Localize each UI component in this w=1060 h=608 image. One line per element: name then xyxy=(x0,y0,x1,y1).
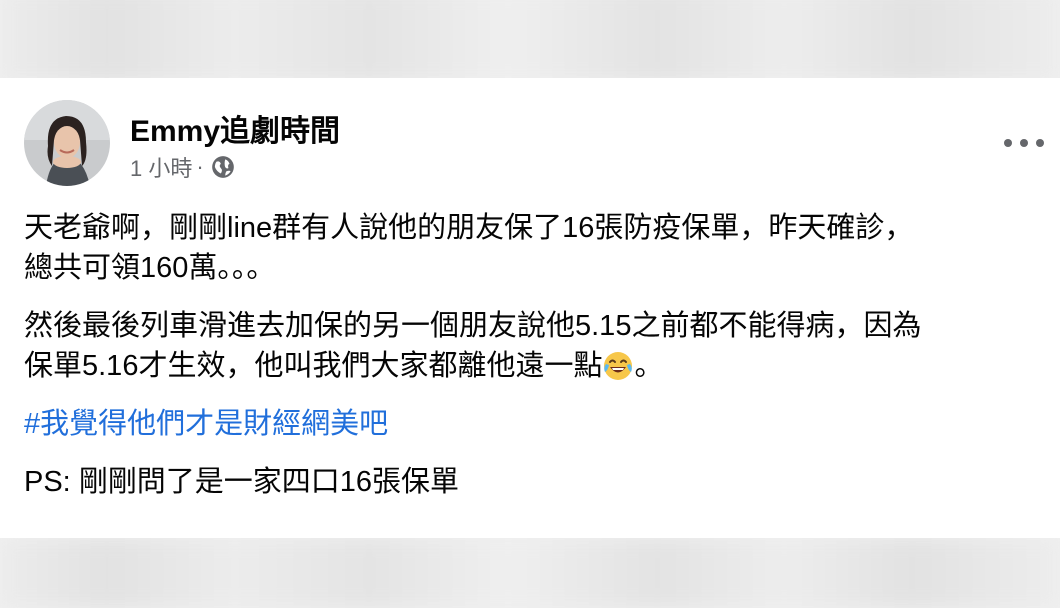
author-avatar[interactable] xyxy=(24,100,110,186)
meta-separator: · xyxy=(196,154,204,179)
author-name[interactable]: Emmy追劇時間 xyxy=(130,106,340,150)
paragraph-2-line-1: 然後最後列車滑進去加保的另一個朋友說他5.15之前都不能得病，因為 xyxy=(24,310,922,342)
paragraph-1: 天老爺啊，剛剛line群有人說他的朋友保了16張防疫保單，昨天確診， 總共可領1… xyxy=(24,208,1054,288)
paragraph-2-text: 保單5.16才生效，他叫我們大家都離他遠一點 xyxy=(24,350,603,382)
paragraph-1-line-2: 總共可領160萬。。。 xyxy=(24,252,276,284)
globe-icon[interactable] xyxy=(210,154,236,180)
paragraph-1-line-1: 天老爺啊，剛剛line群有人說他的朋友保了16張防疫保單，昨天確診， xyxy=(24,212,914,244)
ps-text: PS: 剛剛問了是一家四口16張保單 xyxy=(24,466,460,498)
post-card: Emmy追劇時間 1 小時 · 天老爺啊，剛剛line群有人說他的朋友保了16張… xyxy=(0,78,1060,538)
hashtag-link[interactable]: #我覺得他們才是財經網美吧 xyxy=(24,408,388,440)
blurred-background-top xyxy=(0,0,1060,82)
paragraph-2-line-2: 保單5.16才生效，他叫我們大家都離他遠一點 。 xyxy=(24,346,1054,386)
more-dot xyxy=(1020,139,1028,147)
hashtag-paragraph: #我覺得他們才是財經網美吧 xyxy=(24,404,1054,444)
post-timestamp[interactable]: 1 小時 xyxy=(130,151,192,183)
paragraph-2-end: 。 xyxy=(634,350,664,382)
post-meta: 1 小時 · xyxy=(130,152,236,182)
more-dot xyxy=(1004,139,1012,147)
ps-paragraph: PS: 剛剛問了是一家四口16張保單 xyxy=(24,462,1054,502)
blurred-background-bottom xyxy=(0,538,1060,608)
post-body: 天老爺啊，剛剛line群有人說他的朋友保了16張防疫保單，昨天確診， 總共可領1… xyxy=(24,208,1054,520)
laughing-tears-emoji-icon xyxy=(602,350,634,382)
more-options-icon[interactable] xyxy=(1004,130,1044,156)
more-dot xyxy=(1036,139,1044,147)
paragraph-2: 然後最後列車滑進去加保的另一個朋友說他5.15之前都不能得病，因為 保單5.16… xyxy=(24,306,1054,386)
